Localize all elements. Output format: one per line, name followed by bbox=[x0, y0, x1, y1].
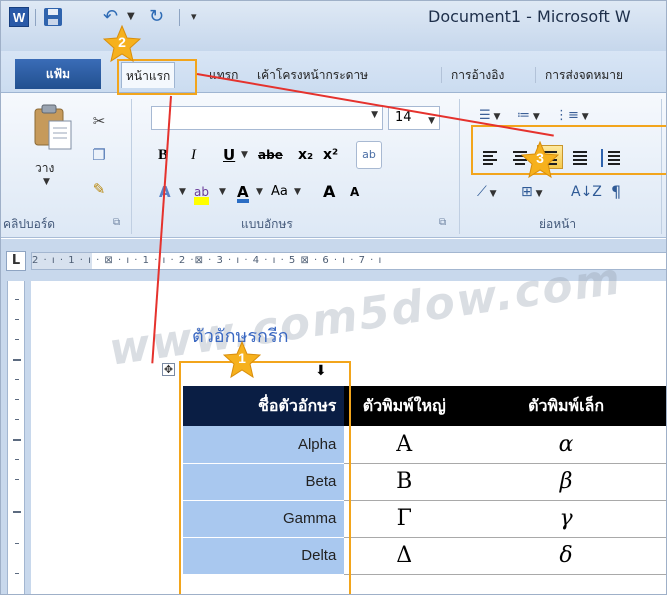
chevron-down-icon[interactable]: ▼ bbox=[371, 110, 378, 120]
shading-icon[interactable]: ⟋ ▼ bbox=[477, 179, 497, 205]
vertical-ruler[interactable] bbox=[1, 281, 31, 594]
alignment-highlight bbox=[471, 125, 666, 175]
table-cell[interactable]: Δ bbox=[344, 537, 465, 575]
qat-separator bbox=[179, 9, 180, 26]
font-group-label: แบบอักษร bbox=[241, 217, 293, 231]
column-selection-highlight bbox=[179, 361, 351, 594]
step-3-star: 3 bbox=[520, 140, 560, 179]
font-launcher-icon[interactable]: ⧉ bbox=[439, 217, 446, 228]
highlight-color-icon[interactable]: ab bbox=[194, 179, 209, 205]
tab-references[interactable]: การอ้างอิง bbox=[447, 62, 508, 88]
paste-dropdown-icon[interactable]: ▼ bbox=[43, 177, 50, 187]
step-number: 2 bbox=[118, 34, 126, 50]
title-bar: W ↶ ▼ ↻ ▾ Document1 - Microsoft W bbox=[1, 1, 666, 51]
table-cell[interactable]: δ bbox=[464, 537, 666, 575]
highlight-dropdown-icon[interactable]: ▼ bbox=[219, 179, 226, 205]
paste-icon[interactable] bbox=[31, 103, 75, 151]
paragraph-group-label: ย่อหน้า bbox=[539, 217, 577, 231]
tab-file[interactable]: แฟ้ม bbox=[15, 59, 101, 89]
tab-separator bbox=[441, 67, 442, 83]
home-tab-highlight bbox=[117, 59, 197, 95]
copy-icon[interactable]: ❐ bbox=[89, 145, 109, 165]
table-cell[interactable]: A bbox=[344, 426, 465, 464]
shrink-font-button[interactable]: A bbox=[350, 179, 359, 205]
word-app-icon[interactable]: W bbox=[9, 7, 29, 27]
scissors-icon[interactable]: ✂ bbox=[89, 111, 109, 131]
clear-formatting-icon[interactable]: ab bbox=[356, 141, 382, 169]
vertical-ruler-strip bbox=[7, 281, 25, 594]
customize-qat-icon[interactable]: ▾ bbox=[191, 7, 211, 27]
multilevel-list-icon[interactable]: ⋮≡ ▼ bbox=[555, 105, 589, 127]
text-effects-dropdown-icon[interactable]: ▼ bbox=[179, 179, 186, 205]
font-color-dropdown-icon[interactable]: ▼ bbox=[256, 179, 263, 205]
show-marks-icon[interactable]: ¶ bbox=[611, 179, 621, 205]
ribbon-tabs: แฟ้ม หน้าแรก แทรก เค้าโครงหน้ากระดาษ การ… bbox=[1, 51, 666, 93]
step-number: 1 bbox=[238, 350, 246, 366]
superscript-button[interactable]: x² bbox=[323, 143, 338, 167]
save-icon[interactable] bbox=[43, 7, 63, 27]
strikethrough-button[interactable]: abe bbox=[258, 143, 283, 167]
font-size-value: 14 bbox=[395, 110, 412, 125]
clipboard-group-label: คลิปบอร์ด bbox=[3, 217, 56, 231]
redo-icon[interactable]: ↻ bbox=[149, 7, 169, 27]
group-separator bbox=[131, 99, 132, 234]
table-cell[interactable]: α bbox=[464, 426, 666, 464]
change-case-dropdown-icon[interactable]: ▼ bbox=[294, 179, 301, 205]
numbering-icon[interactable]: ≔ ▼ bbox=[517, 105, 540, 127]
window-title: Document1 - Microsoft W bbox=[428, 7, 631, 26]
table-cell[interactable]: B bbox=[344, 463, 465, 501]
change-case-button[interactable]: Aa bbox=[271, 179, 288, 205]
tab-separator bbox=[535, 67, 536, 83]
step-2-star: 2 bbox=[102, 24, 142, 63]
step-1-star: 1 bbox=[222, 340, 262, 379]
undo-dropdown-icon[interactable]: ▼ bbox=[127, 7, 147, 27]
undo-icon[interactable]: ↶ bbox=[103, 7, 123, 27]
table-cell[interactable]: Γ bbox=[344, 500, 465, 538]
qat-separator bbox=[35, 9, 36, 26]
step-number: 3 bbox=[536, 150, 544, 166]
word-window: W ↶ ▼ ↻ ▾ Document1 - Microsoft W แฟ้ม ห… bbox=[0, 0, 667, 595]
tab-page-layout[interactable]: เค้าโครงหน้ากระดาษ bbox=[253, 62, 372, 88]
tab-mailings[interactable]: การส่งจดหมาย bbox=[541, 62, 627, 88]
italic-button[interactable]: I bbox=[191, 143, 196, 167]
grow-font-button[interactable]: A bbox=[323, 179, 335, 205]
underline-button[interactable]: U bbox=[223, 143, 235, 167]
table-header-cell[interactable]: ตัวพิมพ์ใหญ่ bbox=[344, 386, 465, 426]
sort-icon[interactable]: A↓Z bbox=[571, 179, 602, 205]
format-painter-icon[interactable]: ✎ bbox=[89, 179, 109, 199]
ruler-markings: 2 · ı · 1 · ı · ⊠ · ı · 1 · ı · 2 ·⊠ · 3… bbox=[32, 255, 383, 266]
table-move-handle-icon[interactable]: ✥ bbox=[162, 363, 175, 376]
table-header-cell[interactable]: ตัวพิมพ์เล็ก bbox=[464, 386, 666, 426]
tab-selector-icon[interactable]: L bbox=[6, 251, 26, 271]
table-cell[interactable]: γ bbox=[464, 500, 666, 538]
clipboard-launcher-icon[interactable]: ⧉ bbox=[113, 217, 120, 228]
table-cell[interactable]: β bbox=[464, 463, 666, 501]
underline-dropdown-icon[interactable]: ▼ bbox=[241, 143, 248, 167]
paste-button-label[interactable]: วาง bbox=[35, 159, 54, 178]
font-color-icon[interactable]: A bbox=[237, 181, 249, 203]
borders-icon[interactable]: ⊞ ▼ bbox=[521, 179, 543, 205]
font-name-combobox[interactable]: ▼ bbox=[151, 106, 383, 130]
subscript-button[interactable]: x₂ bbox=[298, 143, 313, 167]
